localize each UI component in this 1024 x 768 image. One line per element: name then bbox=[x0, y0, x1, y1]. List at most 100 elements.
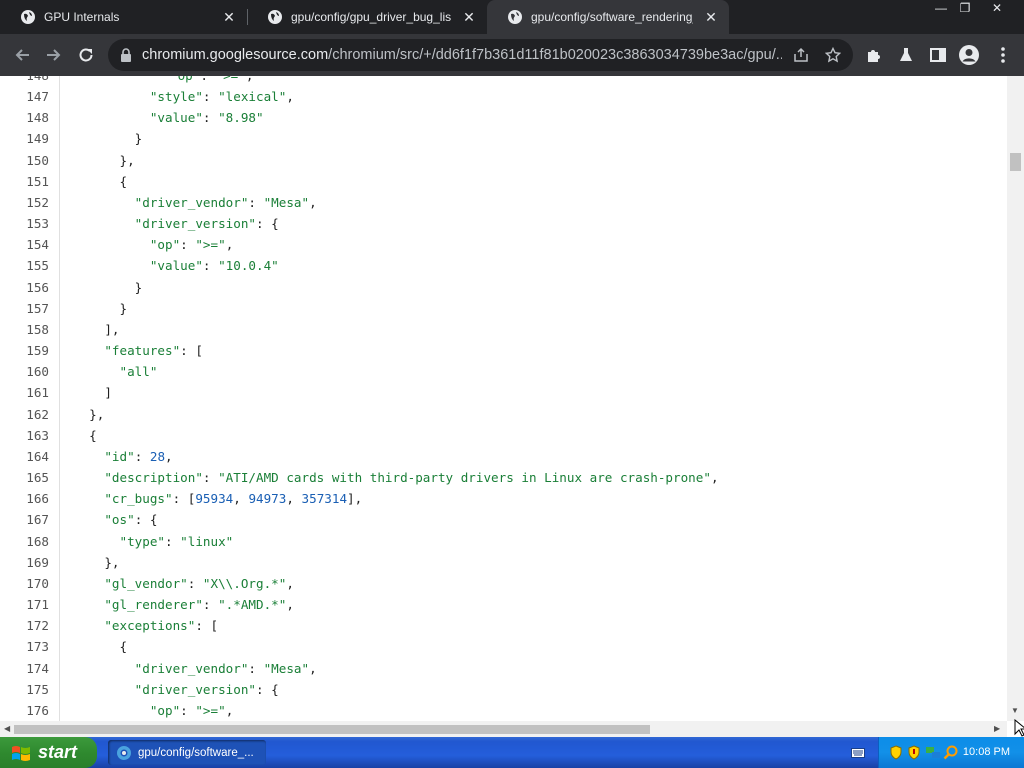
line-source: "cr_bugs": [95934, 94973, 357314], bbox=[104, 491, 363, 507]
address-bar[interactable]: chromium.googlesource.com/chromium/src/+… bbox=[108, 39, 853, 71]
line-number: 158 bbox=[26, 321, 49, 337]
line-number: 175 bbox=[26, 681, 49, 697]
vertical-scrollbar[interactable]: ▼ bbox=[1007, 76, 1024, 721]
avatar-icon bbox=[959, 45, 979, 65]
line-number: 170 bbox=[26, 575, 49, 591]
tab-strip: GPU Internals ✕ gpu/config/gpu_driver_bu… bbox=[0, 0, 1024, 34]
code-line: 150 }, bbox=[0, 150, 1000, 171]
flask-icon bbox=[900, 48, 912, 61]
back-button[interactable] bbox=[11, 44, 33, 66]
tab-title: gpu/config/software_rendering_list bbox=[531, 10, 693, 24]
minimize-button[interactable]: — bbox=[930, 0, 952, 18]
line-number: 168 bbox=[26, 533, 49, 549]
shield-icon[interactable] bbox=[889, 745, 903, 760]
start-button[interactable]: start bbox=[0, 737, 97, 768]
browser-app-icon bbox=[117, 745, 131, 760]
taskbar-item-browser[interactable]: gpu/config/software_... bbox=[108, 740, 266, 765]
line-source: "driver_version": { bbox=[134, 681, 279, 697]
code-line-partial: 148 "op": ">=", bbox=[0, 76, 1000, 86]
line-source: ], bbox=[74, 321, 120, 337]
puzzle-icon bbox=[868, 50, 880, 62]
line-source: "description": "ATI/AMD cards with third… bbox=[104, 470, 719, 486]
window-close-button[interactable]: ✕ bbox=[986, 0, 1008, 18]
taskbar-item-label: gpu/config/software_... bbox=[138, 746, 254, 759]
line-source: ] bbox=[74, 385, 112, 401]
network-icon[interactable] bbox=[925, 745, 941, 760]
line-number: 151 bbox=[26, 173, 49, 189]
code-line: 148 "value": "8.98" bbox=[0, 107, 1000, 128]
bookmark-star-icon[interactable] bbox=[825, 47, 841, 63]
scroll-left-arrow-icon[interactable]: ◀ bbox=[4, 724, 10, 734]
line-number: 166 bbox=[26, 491, 49, 507]
line-number: 148 bbox=[26, 110, 49, 126]
profile-button[interactable] bbox=[958, 44, 980, 66]
line-number: 169 bbox=[26, 554, 49, 570]
line-source: { bbox=[74, 427, 97, 443]
line-number: 171 bbox=[26, 597, 49, 613]
start-label: start bbox=[38, 742, 78, 762]
scroll-down-arrow-icon[interactable]: ▼ bbox=[1011, 706, 1019, 716]
code-line: 164 "id": 28, bbox=[0, 446, 1000, 467]
line-source: } bbox=[74, 300, 128, 316]
close-icon[interactable]: ✕ bbox=[461, 9, 477, 25]
horizontal-scrollbar[interactable]: ◀ ▶ bbox=[0, 721, 1007, 737]
horizontal-scroll-thumb[interactable] bbox=[14, 725, 650, 734]
line-number: 161 bbox=[26, 385, 49, 401]
menu-button[interactable] bbox=[992, 44, 1014, 66]
url-host: chromium.googlesource.com bbox=[142, 47, 329, 63]
code-line: 165 "description": "ATI/AMD cards with t… bbox=[0, 467, 1000, 488]
line-number: 159 bbox=[26, 343, 49, 359]
code-line: 154 "op": ">=", bbox=[0, 234, 1000, 255]
line-source: "driver_vendor": "Mesa", bbox=[134, 660, 317, 676]
tab-title: gpu/config/gpu_driver_bug_list.json bbox=[291, 10, 451, 24]
vertical-scroll-thumb[interactable] bbox=[1010, 153, 1021, 171]
close-icon[interactable]: ✕ bbox=[703, 9, 719, 25]
source-view[interactable]: 148 "op": ">=", 147 "style": "lexical",1… bbox=[0, 76, 1024, 737]
forward-arrow-icon bbox=[47, 49, 61, 61]
code-line: 173 { bbox=[0, 636, 1000, 657]
code-line: 161 ] bbox=[0, 382, 1000, 403]
extensions-button[interactable] bbox=[863, 44, 885, 66]
code-line: 156 } bbox=[0, 277, 1000, 298]
line-number: 153 bbox=[26, 216, 49, 232]
restore-button[interactable]: ❐ bbox=[954, 0, 976, 18]
forward-button[interactable] bbox=[43, 44, 65, 66]
line-number: 147 bbox=[26, 89, 49, 104]
line-source: "value": "10.0.4" bbox=[149, 258, 279, 274]
code-line: 153 "driver_version": { bbox=[0, 213, 1000, 234]
code-line: 175 "driver_version": { bbox=[0, 679, 1000, 700]
code-line: 172 "exceptions": [ bbox=[0, 615, 1000, 636]
side-panel-button[interactable] bbox=[927, 44, 949, 66]
line-source: "os": { bbox=[104, 512, 158, 528]
code-line: 149 } bbox=[0, 128, 1000, 149]
line-number: 164 bbox=[26, 448, 49, 464]
tab-gpu-internals[interactable]: GPU Internals ✕ bbox=[0, 0, 247, 34]
lab-flask-button[interactable] bbox=[895, 44, 917, 66]
taskbar: start gpu/config/software_... 10:08 PM bbox=[0, 737, 1024, 768]
keyboard-icon[interactable] bbox=[851, 748, 865, 758]
share-icon[interactable] bbox=[793, 47, 809, 63]
url-text: chromium.googlesource.com/chromium/src/+… bbox=[142, 47, 782, 63]
line-number: 149 bbox=[26, 131, 49, 147]
scroll-right-arrow-icon[interactable]: ▶ bbox=[994, 724, 1000, 734]
line-source: "op": ">=", bbox=[149, 702, 234, 718]
search-icon[interactable] bbox=[943, 745, 958, 760]
close-icon[interactable]: ✕ bbox=[221, 9, 237, 25]
mouse-pointer-icon bbox=[1014, 719, 1024, 737]
clock: 10:08 PM bbox=[962, 746, 1010, 758]
line-source: "driver_vendor": "Mesa", bbox=[134, 194, 317, 210]
line-source: { bbox=[74, 639, 128, 655]
code-line: 152 "driver_vendor": "Mesa", bbox=[0, 192, 1000, 213]
line-number: 156 bbox=[26, 279, 49, 295]
line-number: 160 bbox=[26, 364, 49, 380]
line-source: "driver_version": { bbox=[134, 216, 279, 232]
line-number: 152 bbox=[26, 194, 49, 210]
code-line: 158 ], bbox=[0, 319, 1000, 340]
reload-button[interactable] bbox=[75, 44, 97, 66]
line-number: 173 bbox=[26, 639, 49, 655]
line-number: 165 bbox=[26, 470, 49, 486]
tab-software-rendering-list[interactable]: gpu/config/software_rendering_list ✕ bbox=[487, 0, 729, 34]
security-alert-icon[interactable] bbox=[907, 745, 921, 760]
tab-gpu-driver-bug-list[interactable]: gpu/config/gpu_driver_bug_list.json ✕ bbox=[247, 0, 487, 34]
line-number: 163 bbox=[26, 427, 49, 443]
